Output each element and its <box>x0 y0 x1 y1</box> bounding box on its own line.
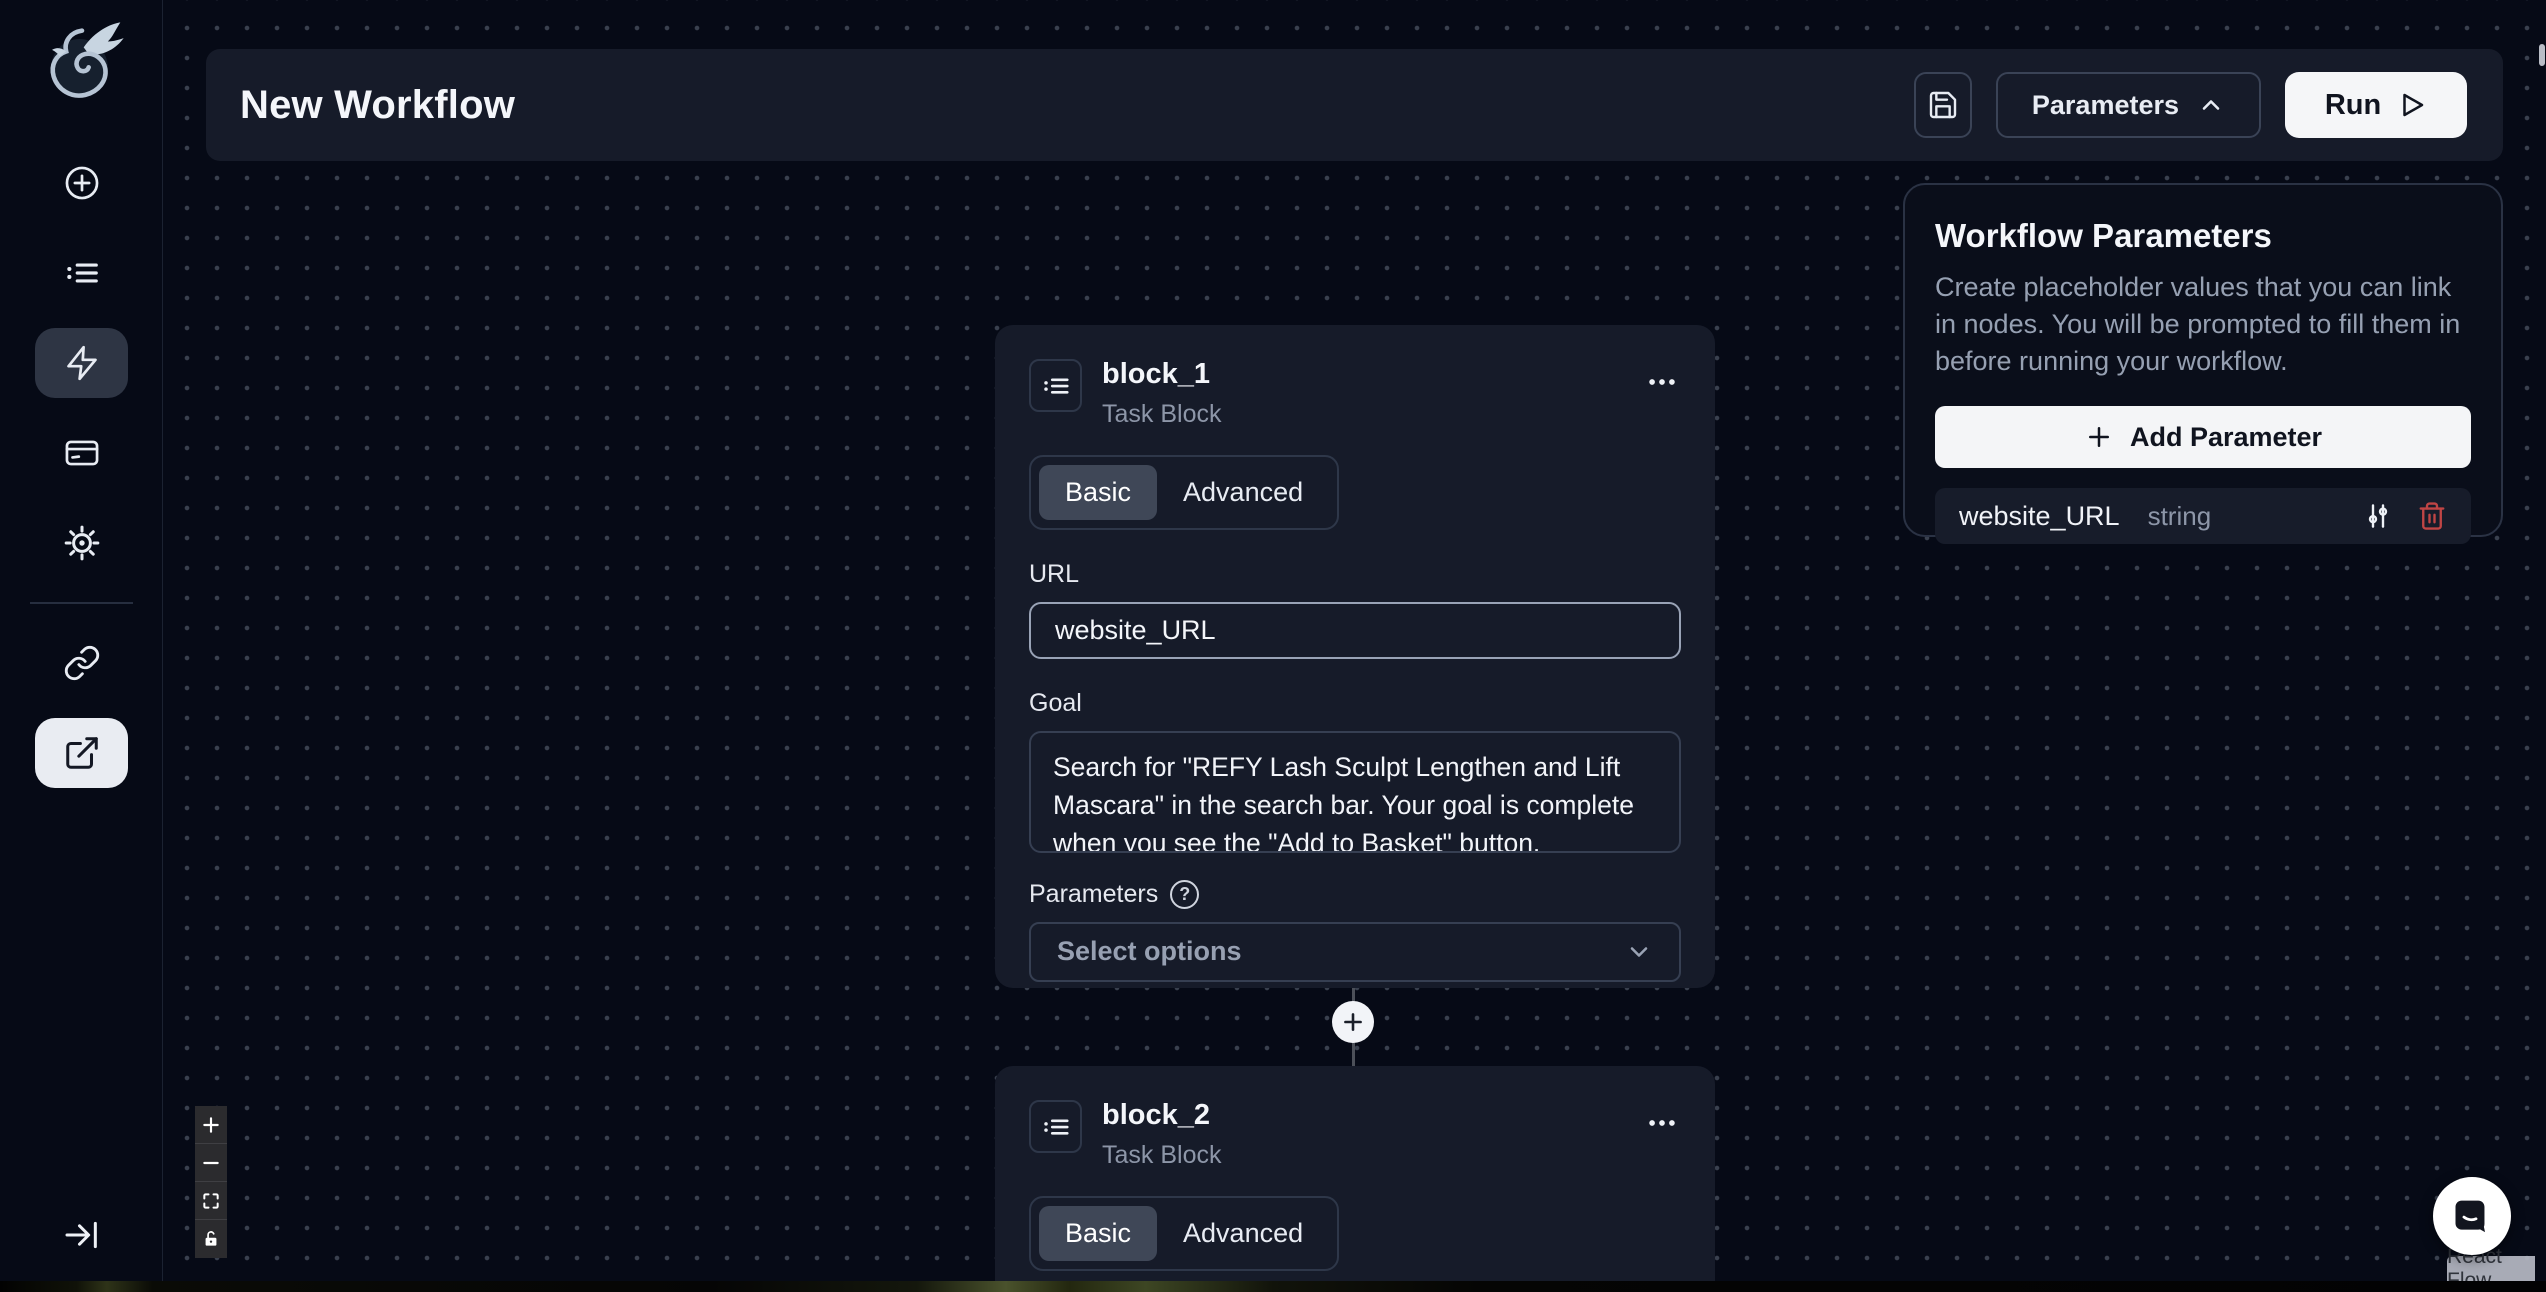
task-block-icon-box <box>1029 359 1082 412</box>
list-icon <box>1041 1112 1071 1142</box>
parameters-toggle-button[interactable]: Parameters <box>1996 72 2261 138</box>
plus-circle-icon <box>63 164 101 202</box>
desktop-edge-strip <box>0 1281 2546 1292</box>
sidebar-nav <box>0 148 163 788</box>
sidebar <box>0 0 163 1281</box>
node-block-2[interactable]: block_2 Task Block Basic Advanced <box>995 1066 1715 1281</box>
link-icon <box>63 644 101 682</box>
ellipsis-icon <box>1645 1106 1679 1140</box>
task-block-icon-box <box>1029 1100 1082 1153</box>
goal-textarea[interactable]: Search for "REFY Lash Sculpt Lengthen an… <box>1029 731 1681 853</box>
run-label: Run <box>2325 89 2381 122</box>
trash-icon <box>2417 501 2447 531</box>
ellipsis-icon <box>1645 365 1679 399</box>
workflow-parameters-panel: Workflow Parameters Create placeholder v… <box>1903 183 2503 537</box>
chevron-up-icon <box>2197 91 2225 119</box>
fit-view-button[interactable] <box>195 1182 227 1220</box>
add-parameter-label: Add Parameter <box>2130 422 2322 453</box>
gear-icon <box>63 524 101 562</box>
node-menu-button[interactable] <box>1643 359 1681 405</box>
sidebar-item-billing[interactable] <box>35 418 128 488</box>
lock-toggle-button[interactable] <box>195 1220 227 1258</box>
tab-basic[interactable]: Basic <box>1039 1206 1157 1261</box>
parameter-key: website_URL <box>1959 501 2120 532</box>
node-title: block_1 <box>1102 359 1643 391</box>
delete-parameter-button[interactable] <box>2417 501 2447 531</box>
sidebar-collapse-button[interactable] <box>0 1210 163 1260</box>
list-icon <box>63 254 101 292</box>
workflow-canvas[interactable]: New Workflow Parameters <box>163 0 2546 1281</box>
node-header: block_1 Task Block <box>1029 359 1681 429</box>
scrollbar-thumb[interactable] <box>2539 44 2545 66</box>
add-node-button[interactable] <box>1332 1001 1374 1043</box>
tab-advanced[interactable]: Advanced <box>1157 1206 1329 1261</box>
run-button[interactable]: Run <box>2285 72 2467 138</box>
goal-field-label: Goal <box>1029 689 1681 718</box>
arrow-right-to-line-icon <box>62 1215 102 1255</box>
sidebar-item-link[interactable] <box>35 628 128 698</box>
chat-bubble-icon <box>2450 1194 2494 1238</box>
page-title: New Workflow <box>240 83 1914 128</box>
sidebar-divider <box>30 602 133 604</box>
plus-icon <box>1340 1009 1366 1035</box>
workflow-topbar: New Workflow Parameters <box>206 49 2503 161</box>
node-type-label: Task Block <box>1102 400 1643 429</box>
minus-icon <box>201 1153 221 1173</box>
zoom-out-button[interactable] <box>195 1144 227 1182</box>
sidebar-item-open-external[interactable] <box>35 718 128 788</box>
select-placeholder: Select options <box>1057 936 1242 967</box>
panel-title: Workflow Parameters <box>1935 217 2471 255</box>
edit-parameter-button[interactable] <box>2363 501 2393 531</box>
canvas-zoom-controls <box>195 1106 227 1258</box>
url-input[interactable] <box>1029 602 1681 659</box>
url-field-label: URL <box>1029 560 1681 589</box>
sidebar-item-create[interactable] <box>35 148 128 218</box>
tab-basic[interactable]: Basic <box>1039 465 1157 520</box>
node-block-1[interactable]: block_1 Task Block Basic Advanced URL Go… <box>995 325 1715 988</box>
chat-launcher-button[interactable] <box>2433 1177 2511 1255</box>
parameters-field-label: Parameters ? <box>1029 880 1681 909</box>
chevron-down-icon <box>1625 938 1653 966</box>
parameters-select[interactable]: Select options <box>1029 922 1681 982</box>
parameter-type: string <box>2148 501 2363 532</box>
topbar-actions: Parameters Run <box>1914 72 2467 138</box>
workflow-editor-app: New Workflow Parameters <box>0 0 2546 1292</box>
save-button[interactable] <box>1914 72 1972 138</box>
parameters-toggle-label: Parameters <box>2032 90 2179 121</box>
node-menu-button[interactable] <box>1643 1100 1681 1146</box>
tab-advanced[interactable]: Advanced <box>1157 465 1329 520</box>
fit-view-icon <box>201 1191 221 1211</box>
external-link-icon <box>63 734 101 772</box>
parameter-actions <box>2363 501 2447 531</box>
dragon-logo[interactable] <box>32 14 132 118</box>
node-title: block_2 <box>1102 1100 1643 1132</box>
sidebar-item-workflows[interactable] <box>35 328 128 398</box>
sidebar-item-runs[interactable] <box>35 238 128 308</box>
plus-icon <box>2084 422 2114 452</box>
sidebar-item-settings[interactable] <box>35 508 128 578</box>
play-icon <box>2397 90 2427 120</box>
add-parameter-button[interactable]: Add Parameter <box>1935 406 2471 468</box>
node-titles: block_1 Task Block <box>1102 359 1643 429</box>
node-mode-tabs: Basic Advanced <box>1029 455 1339 530</box>
node-titles: block_2 Task Block <box>1102 1100 1643 1170</box>
node-mode-tabs: Basic Advanced <box>1029 1196 1339 1271</box>
react-flow-attribution: React Flow <box>2447 1256 2535 1281</box>
zoom-in-button[interactable] <box>195 1106 227 1144</box>
lightning-icon <box>63 344 101 382</box>
save-icon <box>1927 89 1959 121</box>
sliders-icon <box>2363 501 2393 531</box>
credit-card-icon <box>63 434 101 472</box>
plus-icon <box>201 1115 221 1135</box>
panel-description: Create placeholder values that you can l… <box>1935 269 2471 380</box>
node-type-label: Task Block <box>1102 1141 1643 1170</box>
parameter-row[interactable]: website_URL string <box>1935 488 2471 544</box>
node-header: block_2 Task Block <box>1029 1100 1681 1170</box>
list-icon <box>1041 371 1071 401</box>
unlock-icon <box>201 1229 221 1249</box>
help-icon[interactable]: ? <box>1170 880 1199 909</box>
